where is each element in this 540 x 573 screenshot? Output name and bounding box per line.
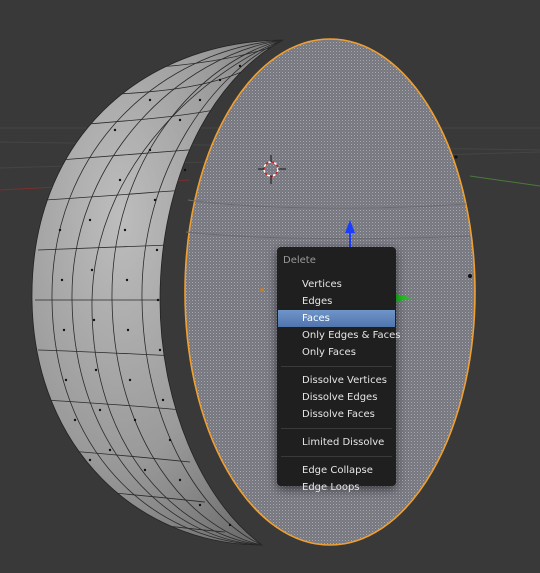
menu-item-dissolve-vertices[interactable]: Dissolve Vertices bbox=[278, 372, 395, 389]
menu-separator bbox=[281, 456, 392, 457]
delete-menu: Delete Vertices Edges Faces Only Edges & Fa… bbox=[277, 247, 400, 493]
menu-item-vertices[interactable]: Vertices bbox=[278, 276, 395, 293]
menu-separator bbox=[281, 428, 392, 429]
menu-item-dissolve-edges[interactable]: Dissolve Edges bbox=[278, 389, 395, 406]
menu-item-limited-dissolve[interactable]: Limited Dissolve bbox=[278, 434, 395, 451]
y-axis-line bbox=[469, 175, 540, 187]
viewport-canvas[interactable] bbox=[0, 0, 540, 573]
menu-item-only-edges-faces[interactable]: Only Edges & Faces bbox=[278, 327, 400, 344]
menu-item-edge-loops[interactable]: Edge Loops bbox=[278, 479, 395, 496]
menu-separator bbox=[281, 366, 392, 367]
menu-items: Vertices Edges Faces Only Edges & Faces Only… bbox=[277, 276, 400, 496]
3d-viewport[interactable] bbox=[0, 0, 540, 573]
menu-item-edge-collapse[interactable]: Edge Collapse bbox=[278, 462, 395, 479]
menu-item-only-faces[interactable]: Only Faces bbox=[278, 344, 395, 361]
menu-item-edges[interactable]: Edges bbox=[278, 293, 395, 310]
menu-item-faces[interactable]: Faces bbox=[278, 310, 395, 327]
menu-item-dissolve-faces[interactable]: Dissolve Faces bbox=[278, 406, 395, 423]
menu-title: Delete bbox=[283, 255, 316, 266]
